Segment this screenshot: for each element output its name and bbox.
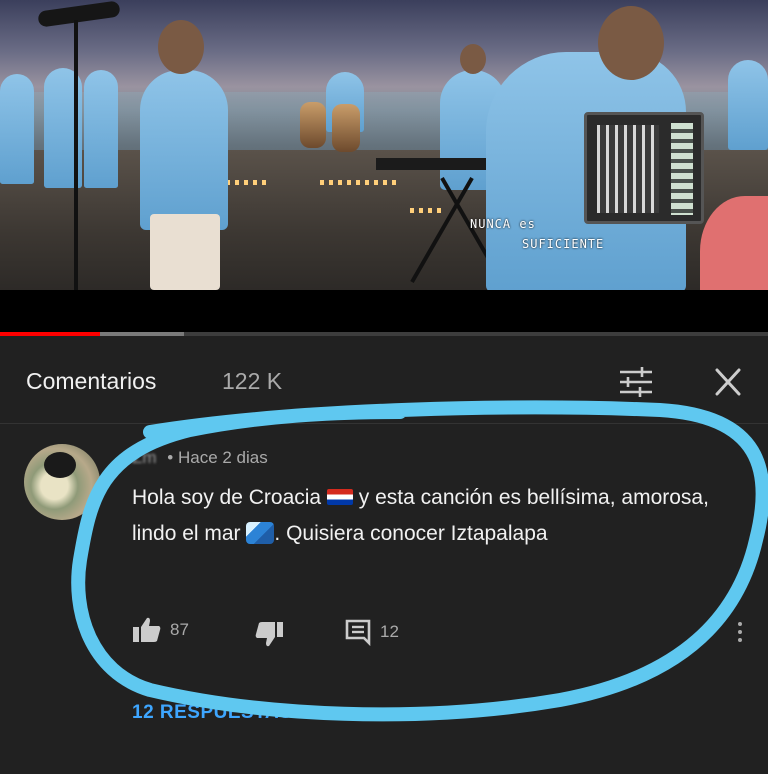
microphone bbox=[37, 0, 121, 28]
singer bbox=[140, 70, 228, 230]
musician bbox=[0, 74, 34, 184]
croatia-flag-icon bbox=[326, 489, 353, 505]
view-replies-link[interactable]: 12 RESPUESTAS bbox=[132, 702, 292, 724]
sort-sliders-icon bbox=[620, 367, 652, 397]
thumbs-down-icon bbox=[255, 622, 283, 647]
comment-time: • Hace 2 dias bbox=[167, 448, 268, 467]
dislike-button[interactable] bbox=[254, 620, 284, 648]
video-player[interactable]: NUNCA es SUFICIENTE bbox=[0, 0, 768, 290]
thumbs-up-icon bbox=[133, 617, 161, 642]
avatar[interactable] bbox=[24, 444, 100, 520]
reply-count: 12 bbox=[380, 622, 399, 641]
musician bbox=[84, 70, 118, 188]
comments-title: Comentarios bbox=[26, 368, 157, 394]
reply-button[interactable]: 12 bbox=[344, 618, 399, 646]
like-count: 87 bbox=[170, 620, 189, 639]
video-watermark: NUNCA es SUFICIENTE bbox=[470, 214, 604, 254]
drum bbox=[300, 102, 326, 148]
comment-text-part-3: . Quisiera conocer Iztapalapa bbox=[274, 522, 548, 545]
watermark-line-2: SUFICIENTE bbox=[522, 237, 605, 251]
comment-text-part-1: Hola soy de Croacia bbox=[132, 486, 322, 509]
comment-author[interactable]: Zm bbox=[132, 448, 157, 467]
comment-meta: Zm • Hace 2 dias bbox=[132, 448, 268, 468]
comment-text: Hola soy de Croacia y esta canción es be… bbox=[132, 480, 752, 552]
water-wave-icon bbox=[246, 522, 275, 544]
comment-reply-icon bbox=[345, 619, 371, 646]
sort-button[interactable] bbox=[616, 364, 656, 400]
close-icon bbox=[715, 368, 741, 396]
video-letterbox bbox=[0, 290, 768, 332]
drum bbox=[332, 104, 360, 152]
watermark-line-1: NUNCA es bbox=[470, 217, 536, 231]
close-comments-button[interactable] bbox=[708, 364, 748, 400]
comments-header: Comentarios 122 K bbox=[0, 336, 768, 424]
like-button[interactable]: 87 bbox=[132, 616, 189, 644]
microphone-stand bbox=[74, 20, 78, 290]
musician bbox=[728, 60, 768, 150]
accordion bbox=[584, 112, 704, 224]
more-options-button[interactable] bbox=[728, 614, 752, 650]
comments-count: 122 K bbox=[222, 368, 283, 394]
